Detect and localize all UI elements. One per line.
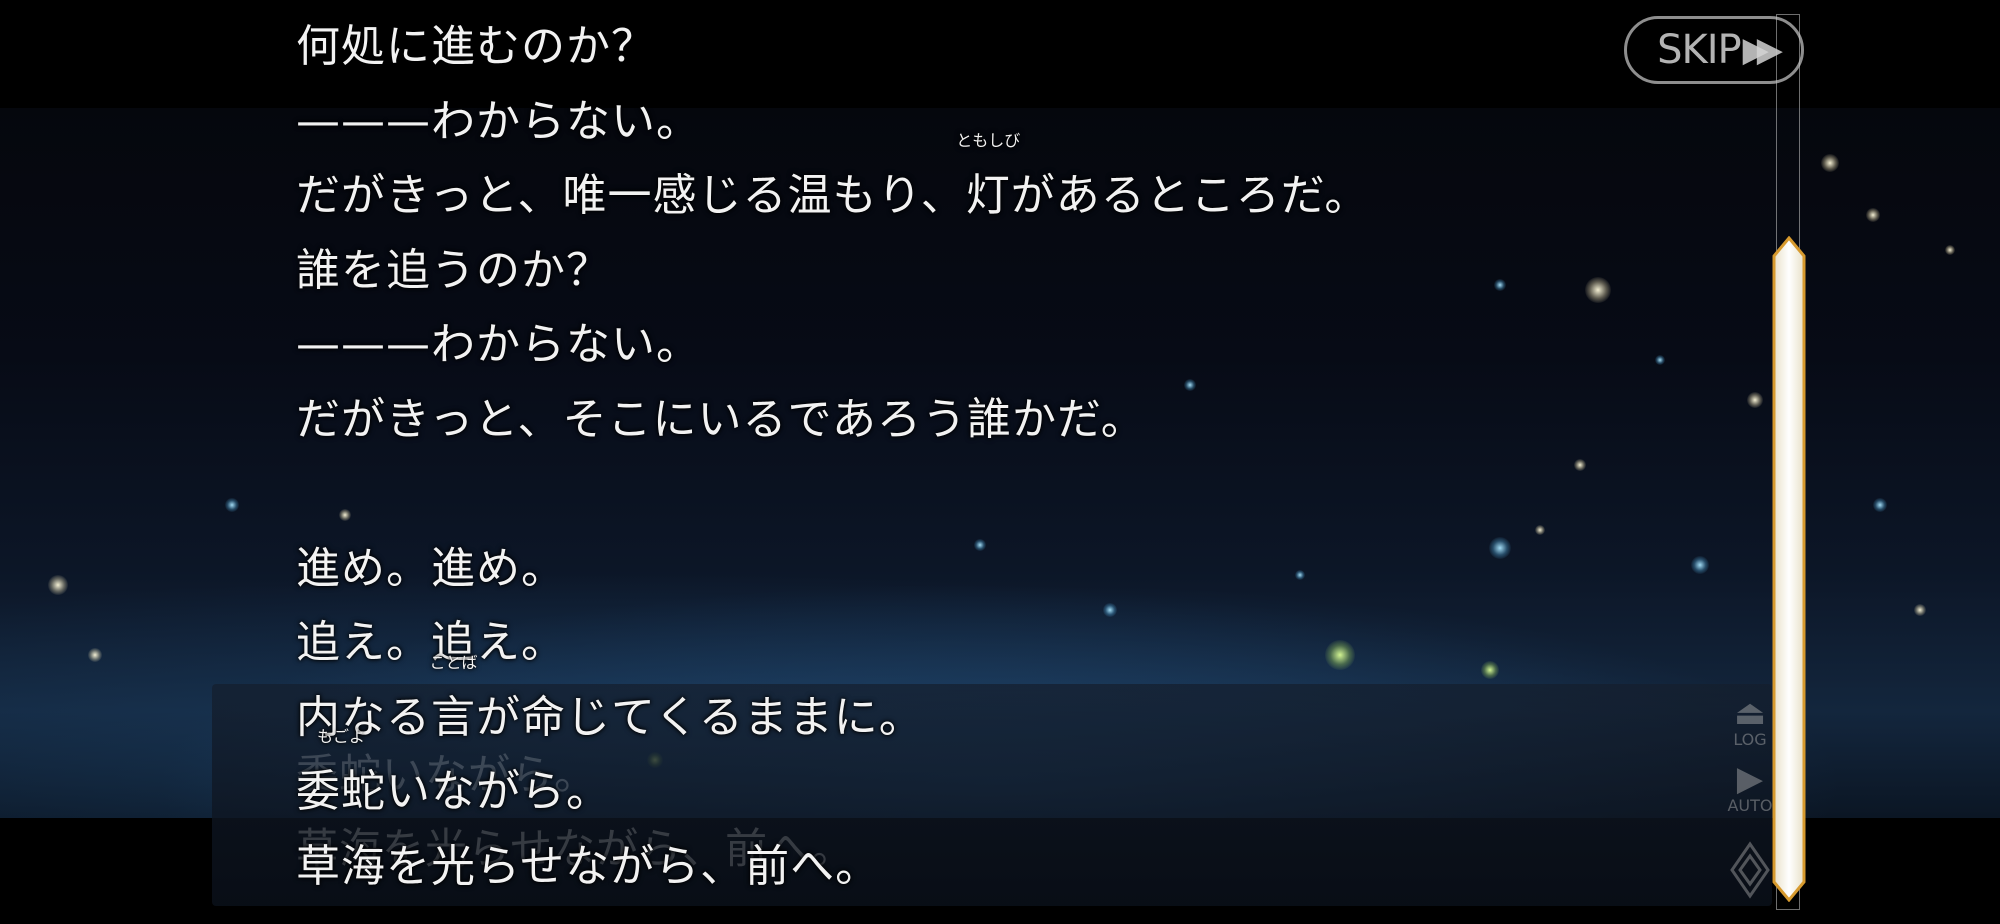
ruby-reading: もごよ	[316, 727, 366, 746]
star-sparkle	[48, 575, 68, 595]
star-sparkle	[1866, 208, 1880, 222]
backlog-line: 草海を光らせながら、前へ。	[296, 840, 881, 892]
star-sparkle	[1945, 245, 1955, 255]
play-icon: ▶	[1736, 759, 1764, 799]
ruby-reading: ともしび	[956, 131, 1021, 150]
ruby-reading: ことば	[429, 652, 478, 672]
backlog-line: ———わからない。	[296, 319, 701, 370]
ruby-word: もごよ 委蛇	[296, 727, 386, 818]
backlog-line: もごよ 委蛇いながら。	[296, 727, 1756, 830]
backlog-line: ———わからない。	[296, 95, 701, 147]
backlog-line: 内なる ことば 言が命じてくるままに。	[296, 652, 1756, 756]
backlog-line: 誰を追うのか？	[296, 244, 611, 296]
game-screen: 委蛇いながら。 草海を光らせながら、前へ。 何処に進むのか？ ———わからない。…	[0, 0, 2000, 924]
backlog-line: 何処に進むのか？	[296, 21, 656, 72]
star-sparkle	[1914, 604, 1926, 616]
backlog-line: だがきっと、そこにいるであろう誰かだ。	[296, 393, 1146, 445]
star-sparkle	[88, 648, 102, 662]
auto-button[interactable]: ▶ AUTO	[1724, 762, 1776, 815]
auto-label: AUTO	[1727, 796, 1773, 815]
backlog-blank-line	[296, 457, 1756, 532]
backlog-text[interactable]: 何処に進むのか？ ———わからない。 だがきっと、唯一感じる温もり、 ともしび 灯が…	[296, 10, 1756, 904]
menu-button[interactable]	[1724, 840, 1776, 904]
ruby-word: ことば言	[429, 652, 478, 743]
backlog-line: だがきっと、唯一感じる温もり、 ともしび 灯があるところだ。	[296, 131, 1756, 234]
scrollbar-thumb[interactable]	[1772, 236, 1806, 902]
backlog-line: 追え。追え。	[296, 617, 566, 668]
log-button[interactable]: ⏏ LOG	[1724, 696, 1776, 749]
star-sparkle	[225, 498, 239, 512]
fast-forward-icon: ▶▶	[1742, 30, 1783, 70]
star-sparkle	[1821, 154, 1839, 172]
star-sparkle	[1873, 498, 1887, 512]
ruby-word: ともしび灯	[956, 131, 1021, 222]
skip-label: SKIP	[1657, 27, 1742, 73]
diamond-icon	[1730, 841, 1770, 899]
log-label: LOG	[1733, 730, 1767, 749]
backlog-line: 進め。進め。	[296, 542, 566, 594]
eject-icon: ⏏	[1733, 693, 1767, 733]
